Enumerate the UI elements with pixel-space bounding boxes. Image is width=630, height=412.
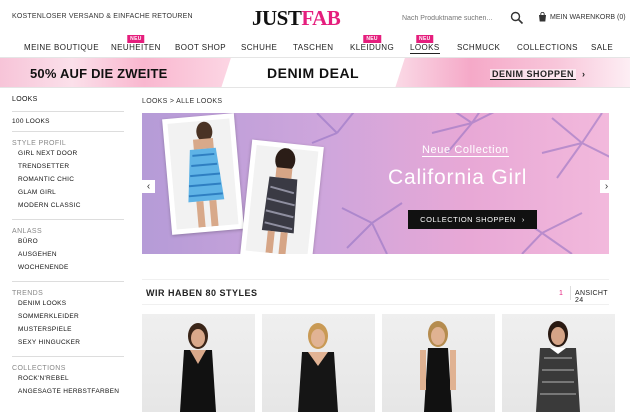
sidebar-item[interactable]: ROMANTIC CHIC [12, 176, 124, 189]
search-box [398, 8, 526, 28]
nav-label: TASCHEN [293, 43, 334, 52]
product-image [298, 323, 338, 412]
divider [12, 281, 124, 282]
nav-label: KLEIDUNG [350, 43, 395, 52]
sidebar-item[interactable]: GLAM GIRL [12, 189, 124, 202]
chevron-left-icon: ‹ [146, 180, 151, 192]
divider [12, 111, 124, 112]
collection-shop-label: COLLECTION SHOPPEN [420, 215, 516, 224]
product-card[interactable] [142, 314, 255, 412]
promo-title: DENIM DEAL [267, 65, 360, 81]
new-badge: NEU [127, 35, 145, 43]
nav-kleidung[interactable]: NEU KLEIDUNG [350, 35, 395, 52]
nav-label: SCHUHE [241, 43, 278, 52]
cart-icon [539, 12, 546, 22]
chevron-right-icon: › [582, 69, 586, 79]
breadcrumb[interactable]: LOOKS > ALLE LOOKS [142, 98, 222, 105]
model-figure [261, 148, 298, 254]
new-badge: NEU [416, 35, 434, 43]
nav-neuheiten[interactable]: NEU NEUHEITEN [111, 35, 161, 52]
hero-title: California Girl [388, 166, 528, 189]
sidebar-section-title: ANLASS [12, 228, 43, 235]
sidebar-item[interactable]: BÜRO [12, 238, 124, 251]
sidebar: LOOKS 100 LOOKS STYLE PROFIL GIRL NEXT D… [12, 96, 124, 401]
hero-next-button[interactable]: › [600, 180, 609, 193]
logo-just-text: JUST [252, 6, 302, 30]
collection-shop-button[interactable]: COLLECTION SHOPPEN › [408, 210, 537, 229]
sidebar-item[interactable]: MUSTERSPIELE [12, 326, 124, 339]
product-image [536, 321, 580, 412]
nav-taschen[interactable]: TASCHEN [293, 43, 333, 52]
nav-collections[interactable]: COLLECTIONS [517, 43, 578, 52]
nav-label: SALE [591, 43, 614, 52]
nav-schuhe[interactable]: SCHUHE [241, 43, 277, 52]
product-card[interactable] [382, 314, 495, 412]
denim-shop-label: DENIM SHOPPEN [490, 68, 577, 80]
sidebar-item[interactable]: SEXY HINGUCKER [12, 339, 124, 352]
sidebar-section-title: TRENDS [12, 290, 44, 297]
hero-banner[interactable]: Neue Collection California Girl COLLECTI… [142, 113, 609, 254]
cart-link[interactable]: MEIN WARENKORB (0) [538, 12, 626, 22]
divider [12, 219, 124, 220]
product-image [420, 321, 456, 412]
product-card[interactable] [262, 314, 375, 412]
divider [12, 356, 124, 357]
product-image [180, 323, 216, 412]
nav-schmuck[interactable]: SCHMUCK [457, 43, 500, 52]
hero-photo [162, 113, 244, 235]
denim-shop-button[interactable]: DENIM SHOPPEN › [490, 67, 600, 81]
sidebar-item[interactable]: AUSGEHEN [12, 251, 124, 264]
hero-eyebrow[interactable]: Neue Collection [422, 144, 509, 157]
new-badge: NEU [363, 35, 381, 43]
nav-label: LOOKS [410, 43, 440, 52]
chevron-right-icon: › [521, 215, 525, 224]
page-number[interactable]: 1 [559, 290, 563, 297]
nav-label: BOOT SHOP [175, 43, 227, 52]
sidebar-heading[interactable]: LOOKS [12, 96, 124, 111]
search-input[interactable] [402, 11, 502, 25]
model-figure [188, 121, 225, 228]
nav-label: NEUHEITEN [111, 43, 161, 52]
product-grid [142, 314, 617, 412]
nav-meine-boutique[interactable]: MEINE BOUTIQUE [24, 43, 99, 52]
main-nav: MEINE BOUTIQUE NEU NEUHEITEN BOOT SHOP SC… [0, 35, 630, 58]
nav-sale[interactable]: SALE [591, 43, 613, 52]
results-bar: WIR HABEN 80 STYLES 1 ANSICHT 24 [142, 279, 609, 305]
view-per-page[interactable]: ANSICHT 24 [571, 290, 609, 304]
styles-count: WIR HABEN 80 STYLES [146, 288, 258, 298]
divider [12, 131, 124, 132]
sidebar-section-title: COLLECTIONS [12, 365, 66, 372]
sidebar-item-100-looks[interactable]: 100 LOOKS [12, 118, 124, 131]
logo-fab-text: FAB [301, 6, 341, 30]
hero-prev-button[interactable]: ‹ [142, 180, 155, 193]
sidebar-item[interactable]: MODERN CLASSIC [12, 202, 124, 215]
sidebar-item[interactable]: TRENDSETTER [12, 163, 124, 176]
promo-banner[interactable]: 50% AUF DIE ZWEITE DENIM DEAL DENIM SHOP… [0, 58, 630, 88]
nav-boot-shop[interactable]: BOOT SHOP [175, 43, 226, 52]
sidebar-item[interactable]: SOMMERKLEIDER [12, 313, 124, 326]
nav-label: MEINE BOUTIQUE [24, 43, 99, 52]
nav-label: SCHMUCK [457, 43, 501, 52]
promo-offer-text: 50% AUF DIE ZWEITE [30, 66, 168, 81]
sidebar-item[interactable]: ANGESAGTE HERBSTFARBEN [12, 388, 124, 401]
sidebar-item[interactable]: DENIM LOOKS [12, 300, 124, 313]
sidebar-item[interactable]: WOCHENENDE [12, 264, 124, 277]
shipping-info[interactable]: KOSTENLOSER VERSAND & EINFACHE RETOUREN [12, 13, 193, 20]
search-icon[interactable] [510, 11, 524, 25]
sidebar-section-title: STYLE PROFIL [12, 140, 67, 147]
sidebar-item[interactable]: ROCK'N'REBEL [12, 375, 124, 388]
nav-label: COLLECTIONS [517, 43, 578, 52]
chevron-right-icon: › [604, 180, 609, 192]
top-bar: KOSTENLOSER VERSAND & EINFACHE RETOUREN … [0, 0, 630, 36]
hero-photo [240, 139, 324, 254]
sidebar-item[interactable]: GIRL NEXT DOOR [12, 150, 124, 163]
product-card[interactable] [502, 314, 615, 412]
justfab-logo[interactable]: JUSTFAB [252, 6, 341, 31]
nav-looks[interactable]: NEU LOOKS [410, 35, 440, 54]
cart-label: MEIN WARENKORB (0) [550, 13, 626, 21]
